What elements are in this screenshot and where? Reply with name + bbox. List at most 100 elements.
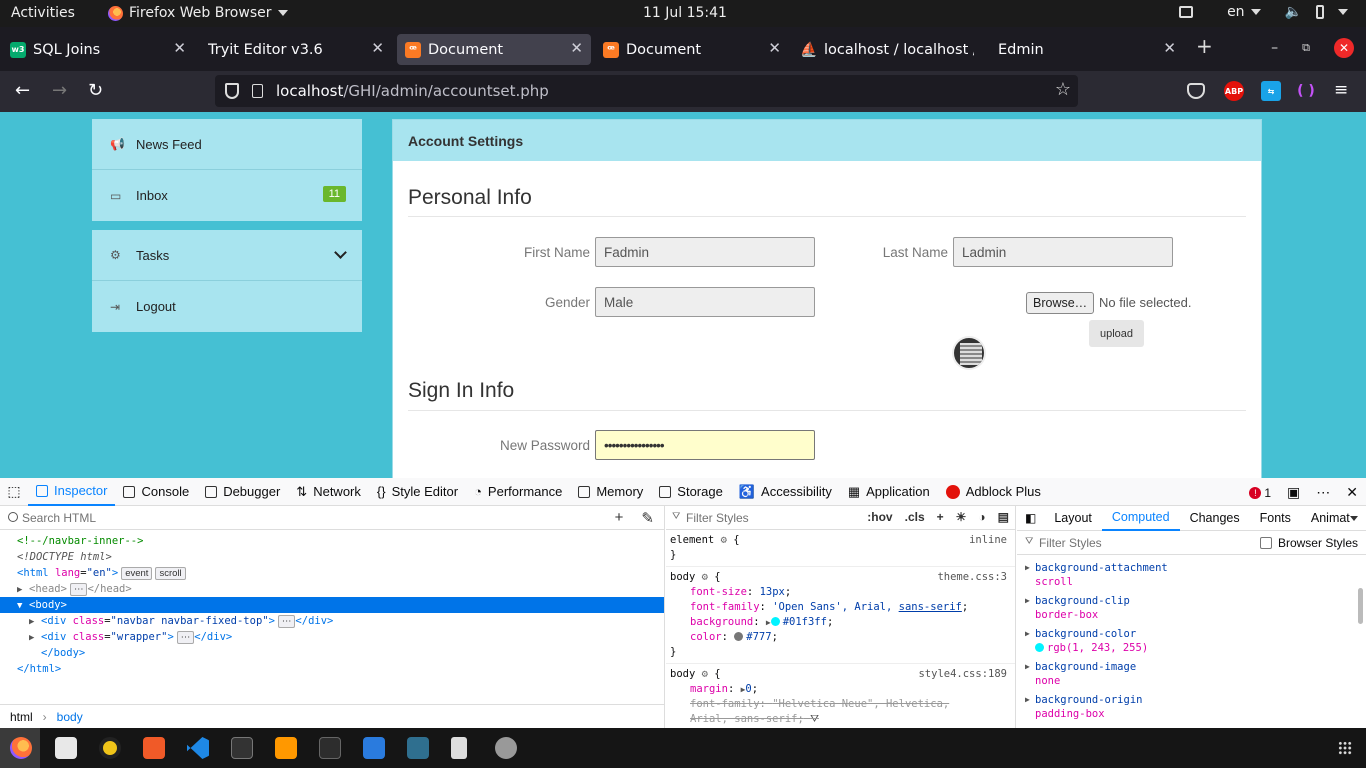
- declaration-font-size[interactable]: font-size: 13px;: [666, 585, 1015, 600]
- last-name-field[interactable]: Ladmin: [953, 237, 1173, 267]
- color-swatch[interactable]: [734, 632, 744, 641]
- markup-body-close-line[interactable]: </body>: [0, 645, 664, 661]
- tracking-shield-icon[interactable]: [225, 83, 239, 99]
- back-button[interactable]: ←: [15, 80, 30, 101]
- expand-arrow-icon[interactable]: ▶: [29, 630, 41, 646]
- expand-arrow-icon[interactable]: ▶: [17, 582, 29, 598]
- forward-button[interactable]: →: [52, 80, 67, 101]
- tab-accessibility[interactable]: ♿ Accessibility: [731, 478, 840, 506]
- gear-icon[interactable]: ⚙: [702, 571, 708, 583]
- expand-arrow-icon[interactable]: ▶: [1025, 629, 1030, 638]
- collapse-arrow-icon[interactable]: ▼: [17, 598, 29, 614]
- close-icon[interactable]: ✕: [173, 39, 186, 57]
- collapsed-children-badge[interactable]: ⋯: [277, 615, 296, 628]
- reload-button[interactable]: ↻: [88, 80, 103, 101]
- tab-memory[interactable]: Memory: [570, 478, 651, 506]
- translate-icon[interactable]: ⇆: [1261, 81, 1281, 101]
- hover-state-toggle[interactable]: :hov: [867, 510, 892, 524]
- expand-arrow-icon[interactable]: ▶: [1025, 563, 1030, 572]
- new-tab-button[interactable]: +: [1196, 34, 1213, 58]
- computed-property[interactable]: ▶ background-clip border-box: [1017, 592, 1366, 625]
- pocket-icon[interactable]: [1187, 83, 1205, 99]
- class-toggle[interactable]: .cls: [905, 510, 925, 524]
- declaration-background[interactable]: background: ▶ #01f3ff;: [666, 615, 1015, 630]
- tab-network[interactable]: ⇅ Network: [288, 478, 369, 506]
- declaration-font-family-overridden[interactable]: font-family: "Helvetica Neue", Helvetica…: [666, 697, 1015, 712]
- close-icon[interactable]: ✕: [768, 39, 781, 57]
- collapsed-children-badge[interactable]: ⋯: [69, 583, 88, 596]
- print-media-icon[interactable]: ▤: [998, 510, 1009, 524]
- event-badge[interactable]: event: [121, 567, 153, 580]
- tab-console[interactable]: Console: [115, 478, 197, 506]
- gender-field[interactable]: Male: [595, 287, 815, 317]
- sidebar-item-inbox[interactable]: ▭ Inbox 11: [92, 170, 362, 221]
- tab-changes[interactable]: Changes: [1180, 506, 1250, 531]
- computed-property[interactable]: ▶ background-image none: [1017, 658, 1366, 691]
- markup-head-line[interactable]: ▶ <head> ⋯ </head>: [0, 581, 664, 597]
- tab-debugger[interactable]: Debugger: [197, 478, 288, 506]
- tab-fonts[interactable]: Fonts: [1250, 506, 1301, 531]
- tab-adblock-plus[interactable]: Adblock Plus: [938, 478, 1049, 506]
- gear-icon[interactable]: ⚙: [702, 668, 708, 680]
- expand-arrow-icon[interactable]: ▶: [1025, 662, 1030, 671]
- browse-file-button[interactable]: Browse…: [1026, 292, 1095, 314]
- scroll-badge[interactable]: scroll: [155, 567, 186, 580]
- tab-document[interactable]: ꟹ Document ✕: [595, 34, 789, 65]
- close-devtools-icon[interactable]: ✕: [1346, 484, 1358, 501]
- chevron-down-icon[interactable]: [1338, 9, 1348, 15]
- markup-html-close-line[interactable]: </html>: [0, 661, 664, 677]
- screen-share-icon[interactable]: [1179, 6, 1194, 18]
- computed-property[interactable]: ▶ background-color rgb(1, 243, 255): [1017, 625, 1366, 658]
- markup-comment-line[interactable]: <!--/navbar-inner-->: [0, 533, 664, 549]
- firefox-icon[interactable]: [0, 728, 40, 768]
- tab-document-active[interactable]: ꟹ Document ✕: [397, 34, 591, 65]
- language-indicator[interactable]: en: [1227, 4, 1261, 20]
- tab-layout[interactable]: Layout: [1044, 506, 1102, 531]
- markup-doctype-line[interactable]: <!DOCTYPE html>: [0, 549, 664, 565]
- filter-styles-input[interactable]: Filter Styles: [686, 511, 749, 525]
- volume-icon[interactable]: 🔈: [1285, 4, 1302, 20]
- sidebar-item-tasks[interactable]: ⚙ Tasks: [92, 230, 362, 281]
- hamburger-menu-icon[interactable]: ≡: [1334, 80, 1348, 100]
- vscode-icon[interactable]: [187, 737, 209, 759]
- url-bar[interactable]: localhost/GHI/admin/accountset.php ☆: [215, 75, 1078, 107]
- mysql-workbench-icon[interactable]: [407, 737, 429, 759]
- dark-scheme-icon[interactable]: ◑: [978, 510, 985, 524]
- usb-creator-icon[interactable]: [451, 737, 467, 759]
- chevron-down-icon[interactable]: [334, 246, 347, 259]
- tab-inspector[interactable]: Inspector: [28, 478, 116, 506]
- battery-icon[interactable]: [1316, 5, 1324, 19]
- browser-styles-checkbox[interactable]: [1259, 537, 1272, 549]
- clock[interactable]: 11 Jul 15:41: [643, 5, 727, 21]
- expand-arrow-icon[interactable]: ▶: [1025, 596, 1030, 605]
- gear-icon[interactable]: ⚙: [721, 534, 727, 546]
- url-text[interactable]: localhost/GHI/admin/accountset.php: [276, 82, 549, 100]
- first-name-field[interactable]: Fadmin: [595, 237, 815, 267]
- tab-tryit-editor[interactable]: Tryit Editor v3.6 ✕: [200, 34, 392, 65]
- breadcrumb-body[interactable]: body: [57, 710, 83, 724]
- tab-sql-joins[interactable]: w3 SQL Joins ✕: [2, 34, 194, 65]
- maximize-button[interactable]: ⧉: [1302, 41, 1310, 55]
- color-swatch[interactable]: [770, 617, 780, 626]
- page-info-icon[interactable]: [252, 84, 263, 98]
- declaration-color[interactable]: color: #777;: [666, 630, 1015, 645]
- light-scheme-icon[interactable]: ☀: [956, 510, 967, 524]
- eyedropper-icon[interactable]: ✎: [641, 509, 654, 527]
- new-password-field[interactable]: ••••••••••••••••: [595, 430, 815, 460]
- extension-icon[interactable]: ( ): [1296, 81, 1316, 101]
- tab-application[interactable]: ▦ Application: [840, 478, 938, 506]
- chevron-down-icon[interactable]: [1349, 515, 1358, 521]
- close-icon[interactable]: ✕: [1163, 39, 1176, 57]
- close-icon[interactable]: ✕: [570, 39, 583, 57]
- markup-body-line-selected[interactable]: ▼ <body>: [0, 597, 664, 613]
- tab-style-editor[interactable]: {} Style Editor: [369, 478, 466, 506]
- upload-button[interactable]: upload: [1089, 320, 1145, 347]
- computed-property[interactable]: ▶ background-attachment scroll: [1017, 559, 1366, 592]
- rule-source-link[interactable]: theme.css:3: [937, 570, 1007, 585]
- collapsed-children-badge[interactable]: ⋯: [176, 631, 195, 644]
- sidebar-item-news-feed[interactable]: 📢 News Feed: [92, 119, 362, 170]
- close-window-button[interactable]: ✕: [1334, 38, 1354, 58]
- tab-edmin[interactable]: Edmin ✕: [990, 34, 1184, 65]
- system-tray[interactable]: en 🔈: [1179, 4, 1348, 20]
- error-counter[interactable]: ! 1: [1249, 486, 1271, 500]
